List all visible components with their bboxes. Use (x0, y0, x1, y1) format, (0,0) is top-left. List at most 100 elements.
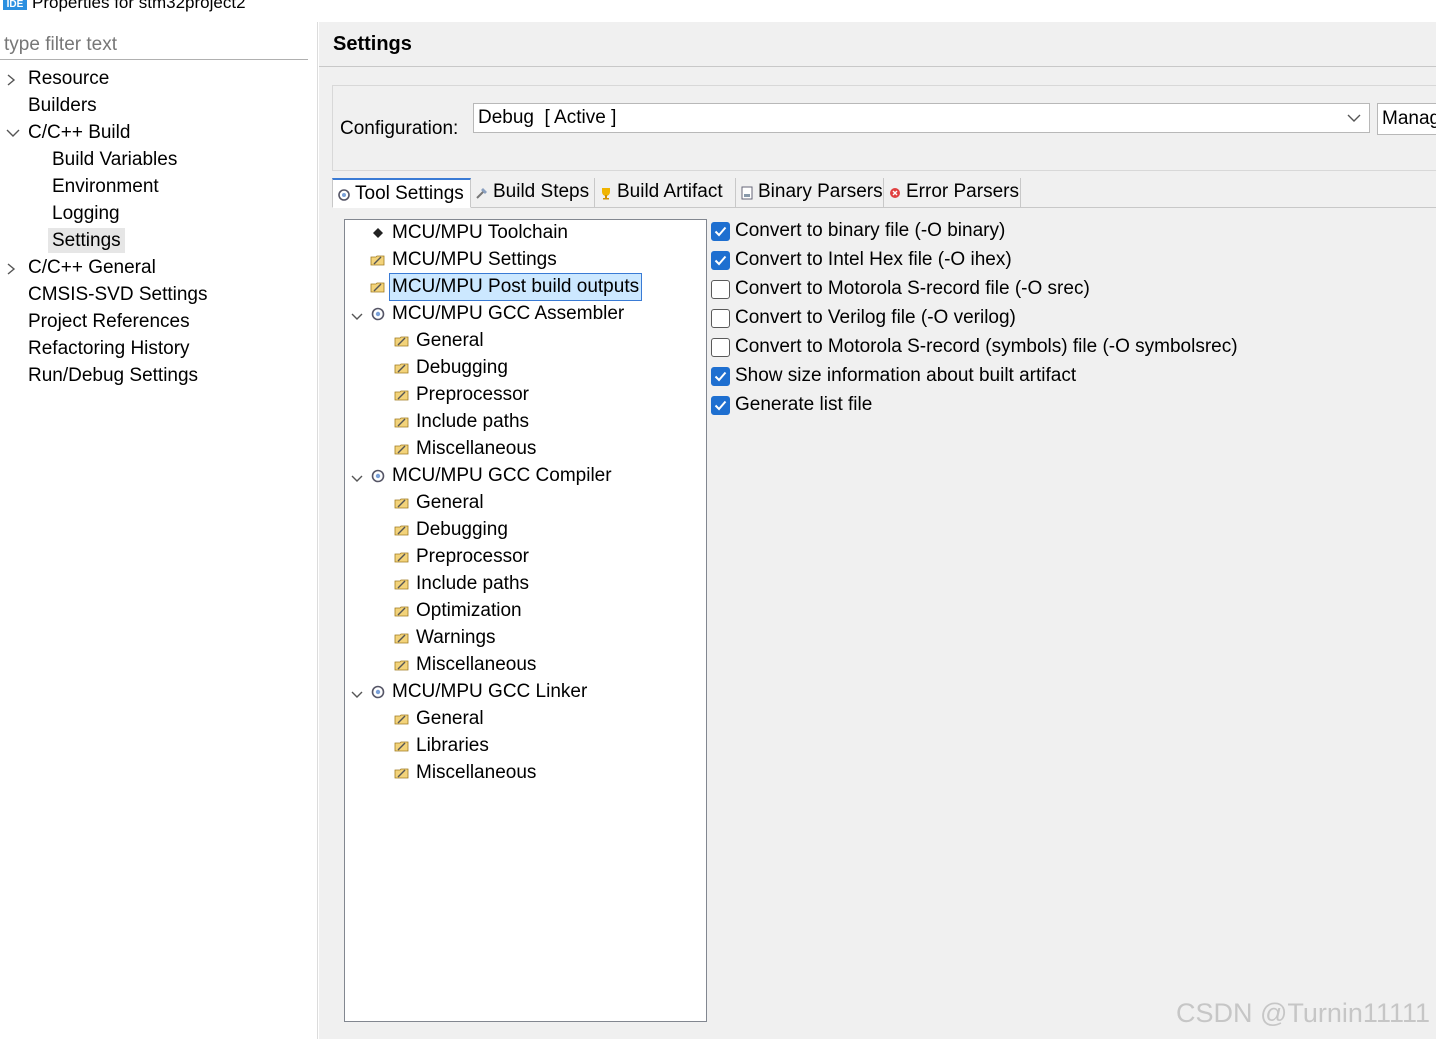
tree-label: MCU/MPU Post build outputs (388, 273, 643, 301)
folder-tool-icon (370, 282, 385, 293)
window-title: Properties for stm32project2 (32, 0, 246, 12)
tree-label: MCU/MPU GCC Compiler (392, 465, 612, 486)
tab-label: Build Steps (493, 181, 590, 202)
folder-tool-icon (394, 633, 409, 644)
folder-tool-icon (394, 768, 409, 779)
nav-item-cmsis-svd-settings[interactable]: CMSIS-SVD Settings (28, 282, 208, 307)
chevron-down-icon[interactable] (351, 311, 363, 323)
checkbox-checked[interactable] (711, 367, 730, 386)
nav-item-logging[interactable]: Logging (52, 201, 120, 226)
tab-error-parsers[interactable]: Error Parsers (884, 178, 1021, 208)
checkbox-unchecked[interactable] (711, 280, 730, 299)
tool-settings-icon (338, 189, 350, 201)
tab-binary-parsers[interactable]: Binary Parsers (736, 178, 884, 208)
tree-label: Debugging (416, 357, 508, 378)
tool-gear-icon (371, 685, 385, 699)
chevron-down-icon[interactable] (351, 689, 363, 701)
nav-item-run-debug-settings[interactable]: Run/Debug Settings (28, 363, 198, 388)
nav-item-environment[interactable]: Environment (52, 174, 159, 199)
tree-label: MCU/MPU Settings (392, 249, 557, 270)
chevron-down-icon (1347, 114, 1361, 122)
option-label: Convert to binary file (-O binary) (735, 220, 1006, 241)
tree-label: MCU/MPU Toolchain (392, 222, 568, 243)
nav-item-settings[interactable]: Settings (48, 228, 125, 253)
checkbox-unchecked[interactable] (711, 309, 730, 328)
tree-label: Include paths (416, 573, 530, 594)
nav-item-refactoring-history[interactable]: Refactoring History (28, 336, 190, 361)
watermark: CSDN @Turnin11111 (1175, 998, 1430, 1028)
manage-configurations-label: Manage Configurations... (1382, 108, 1436, 129)
tree-label: Miscellaneous (416, 762, 537, 783)
chevron-down-icon[interactable] (6, 121, 20, 146)
nav-item-cpp-build[interactable]: C/C++ Build (28, 120, 130, 145)
tree-label: General (416, 330, 484, 351)
tool-settings-tree: MCU/MPU Toolchain MCU/MPU Settings MCU/M… (344, 219, 707, 1022)
tab-label: Binary Parsers (758, 181, 883, 202)
tree-label: Warnings (416, 627, 496, 648)
app-icon: IDE (3, 0, 27, 10)
folder-tool-icon (394, 525, 409, 536)
tab-label: Tool Settings (355, 183, 464, 204)
checkbox-unchecked[interactable] (711, 338, 730, 357)
folder-tool-icon (394, 552, 409, 563)
title-bar: IDE Properties for stm32project2 (0, 0, 1436, 22)
build-steps-icon (476, 188, 487, 199)
checkbox-checked[interactable] (711, 396, 730, 415)
tree-label: Preprocessor (416, 546, 529, 567)
page-header: Settings (319, 22, 1436, 67)
manage-configurations-button[interactable]: Manage Configurations... (1377, 103, 1436, 135)
option-label: Convert to Motorola S-record file (-O sr… (735, 278, 1090, 299)
nav-item-project-references[interactable]: Project References (28, 309, 190, 334)
folder-tool-icon (394, 741, 409, 752)
checkbox-checked[interactable] (711, 222, 730, 241)
tab-build-artifact[interactable]: Build Artifact (595, 178, 736, 208)
folder-tool-icon (394, 444, 409, 455)
tab-label: Error Parsers (906, 181, 1019, 202)
tool-gear-icon (371, 307, 385, 321)
tab-build-steps[interactable]: Build Steps (471, 178, 595, 208)
option-label: Show size information about built artifa… (735, 365, 1077, 386)
tree-label: MCU/MPU GCC Assembler (392, 303, 625, 324)
configuration-value: Debug [ Active ] (478, 107, 617, 128)
folder-tool-icon (394, 579, 409, 590)
error-parsers-icon (890, 188, 900, 198)
option-label: Convert to Verilog file (-O verilog) (735, 307, 1016, 328)
tab-strip: Tool Settings Build Steps Build Artifact… (332, 178, 1436, 208)
tool-gear-icon (371, 469, 385, 483)
filter-input[interactable] (0, 30, 308, 60)
tree-label: General (416, 708, 484, 729)
nav-item-build-variables[interactable]: Build Variables (52, 147, 177, 172)
chevron-right-icon[interactable] (6, 67, 20, 92)
property-page-nav: Resource Builders C/C++ Build Build Vari… (0, 22, 318, 1039)
toolchain-icon (373, 228, 383, 238)
chevron-down-icon[interactable] (351, 473, 363, 485)
option-label: Convert to Motorola S-record (symbols) f… (735, 336, 1238, 357)
folder-tool-icon (370, 255, 385, 266)
binary-parsers-icon (741, 186, 753, 200)
tab-tool-settings[interactable]: Tool Settings (332, 178, 471, 208)
nav-item-builders[interactable]: Builders (28, 93, 97, 118)
tree-label: Miscellaneous (416, 654, 537, 675)
tree-label: MCU/MPU GCC Linker (392, 681, 588, 702)
folder-tool-icon (394, 606, 409, 617)
chevron-right-icon[interactable] (6, 256, 20, 281)
configuration-label: Configuration: (340, 118, 459, 139)
tree-item-post-build-outputs[interactable]: MCU/MPU Post build outputs (370, 273, 660, 301)
tree-label: Preprocessor (416, 384, 529, 405)
page-title: Settings (333, 33, 412, 55)
settings-page: Settings Configuration: Debug [ Active ]… (319, 22, 1436, 1039)
configuration-select[interactable]: Debug [ Active ] (473, 103, 1370, 133)
tree-label: Miscellaneous (416, 438, 537, 459)
nav-item-resource[interactable]: Resource (28, 66, 109, 91)
tree-label: Optimization (416, 600, 522, 621)
build-artifact-icon (602, 188, 610, 200)
folder-tool-icon (394, 363, 409, 374)
folder-tool-icon (394, 714, 409, 725)
nav-item-cpp-general[interactable]: C/C++ General (28, 255, 156, 280)
folder-tool-icon (394, 660, 409, 671)
checkbox-checked[interactable] (711, 251, 730, 270)
option-label: Convert to Intel Hex file (-O ihex) (735, 249, 1012, 270)
tree-label: Libraries (416, 735, 489, 756)
option-label: Generate list file (735, 394, 873, 415)
tree-label: General (416, 492, 484, 513)
